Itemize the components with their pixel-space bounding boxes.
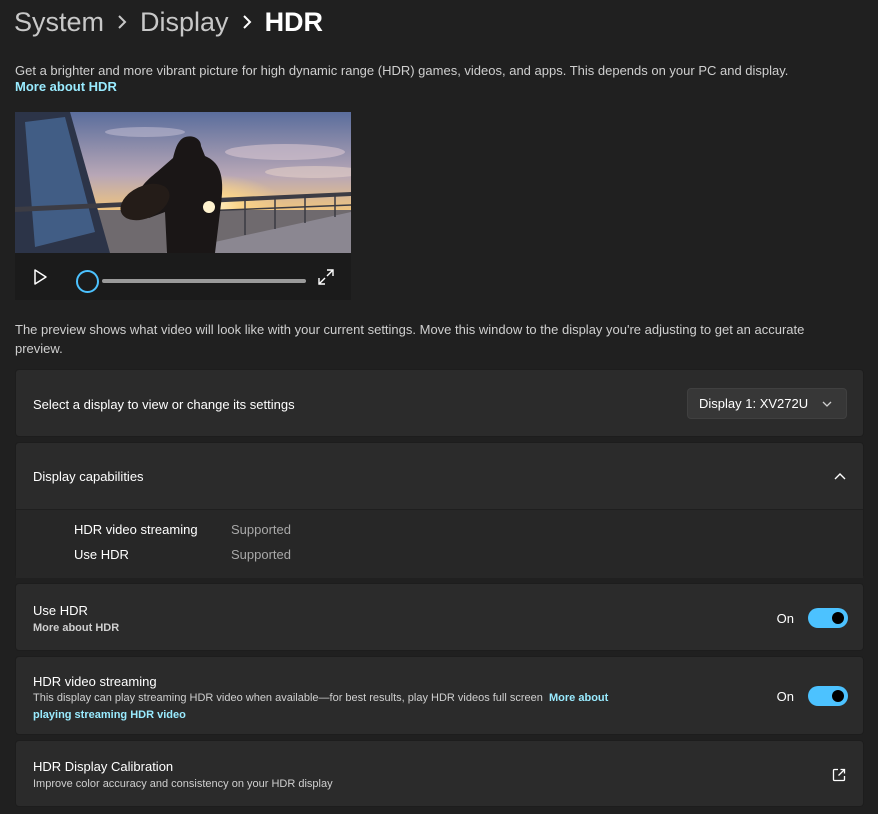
use-hdr-toggle-group: On bbox=[777, 608, 848, 628]
chevron-right-icon bbox=[229, 15, 265, 29]
hdr-streaming-more-link[interactable]: More about bbox=[549, 692, 608, 704]
preview-image bbox=[15, 112, 351, 253]
use-hdr-state: On bbox=[776, 610, 794, 626]
external-link-icon[interactable] bbox=[831, 767, 847, 783]
fullscreen-icon[interactable] bbox=[317, 268, 335, 286]
hdr-streaming-toggle-group: On bbox=[777, 686, 848, 706]
toggle-knob bbox=[832, 690, 844, 702]
use-hdr-title: Use HDR bbox=[33, 603, 88, 618]
preview-note: The preview shows what video will look l… bbox=[15, 322, 805, 356]
capability-name: HDR video streaming bbox=[74, 522, 198, 537]
chevron-right-icon bbox=[104, 15, 140, 29]
capabilities-title: Display capabilities bbox=[33, 469, 144, 484]
hdr-settings-page: System Display HDR Get a brighter and mo… bbox=[0, 0, 878, 814]
breadcrumb: System Display HDR bbox=[14, 4, 323, 40]
select-display-label: Select a display to view or change its s… bbox=[33, 397, 295, 412]
hdr-streaming-title: HDR video streaming bbox=[33, 674, 157, 689]
capability-name: Use HDR bbox=[74, 547, 129, 562]
select-display-card: Select a display to view or change its s… bbox=[15, 369, 864, 437]
display-dropdown-value: Display 1: XV272U bbox=[699, 396, 809, 411]
hdr-preview-video bbox=[15, 112, 351, 253]
breadcrumb-display[interactable]: Display bbox=[140, 7, 229, 38]
breadcrumb-system[interactable]: System bbox=[14, 7, 104, 38]
hdr-streaming-desc-text: This display can play streaming HDR vide… bbox=[33, 692, 543, 704]
capability-value: Supported bbox=[231, 522, 291, 537]
capabilities-body: HDR video streaming Supported Use HDR Su… bbox=[16, 510, 863, 578]
capability-value: Supported bbox=[231, 547, 291, 562]
use-hdr-card: Use HDR More about HDR On bbox=[15, 583, 864, 651]
hdr-streaming-toggle[interactable] bbox=[808, 686, 848, 706]
hdr-streaming-card: HDR video streaming This display can pla… bbox=[15, 656, 864, 735]
seek-thumb[interactable] bbox=[76, 270, 99, 293]
calibration-title: HDR Display Calibration bbox=[33, 759, 174, 774]
more-about-hdr-link[interactable]: More about HDR bbox=[15, 79, 117, 94]
video-controls bbox=[15, 253, 351, 300]
chevron-up-icon[interactable] bbox=[833, 470, 847, 484]
breadcrumb-hdr: HDR bbox=[264, 6, 324, 37]
use-hdr-more-link[interactable]: More about HDR bbox=[33, 620, 119, 637]
calibration-description: Improve color accuracy and consistency o… bbox=[33, 778, 333, 790]
play-icon[interactable] bbox=[31, 268, 49, 286]
seek-bar[interactable] bbox=[102, 279, 306, 283]
hdr-description: Get a brighter and more vibrant picture … bbox=[15, 63, 789, 78]
display-capabilities-card: Display capabilities HDR video streaming… bbox=[15, 442, 864, 578]
chevron-down-icon bbox=[821, 398, 833, 410]
hdr-streaming-state: On bbox=[776, 688, 794, 704]
use-hdr-toggle[interactable] bbox=[808, 608, 848, 628]
display-dropdown[interactable]: Display 1: XV272U bbox=[687, 388, 847, 419]
toggle-knob bbox=[832, 612, 844, 624]
hdr-streaming-more-link-cont[interactable]: playing streaming HDR video bbox=[33, 709, 186, 721]
hdr-streaming-description: This display can play streaming HDR vide… bbox=[33, 690, 693, 724]
capabilities-header[interactable]: Display capabilities bbox=[16, 443, 863, 510]
calibration-card[interactable]: HDR Display Calibration Improve color ac… bbox=[15, 740, 864, 807]
